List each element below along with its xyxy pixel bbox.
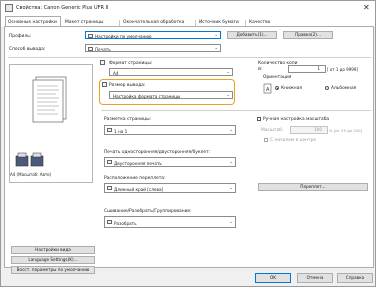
portrait-radio[interactable]	[275, 86, 279, 90]
title-bar: Свойства: Canon Generic Plus UFR II ✕	[1, 1, 375, 15]
output-size-label: Размер вывода:	[109, 83, 146, 88]
chevron-down-icon: ⌄	[226, 93, 230, 98]
page-size-label: Формат страницы:	[109, 61, 153, 66]
binding-label: Расположение переплета:	[104, 176, 166, 181]
chevron-down-icon: ⌄	[229, 220, 233, 225]
chevron-down-icon: ⌄	[229, 186, 233, 191]
page-size-icon	[100, 60, 105, 65]
scale-range: % [от 25 до 200]	[329, 128, 362, 133]
print-icon	[88, 46, 93, 51]
center-label: С началом в центре	[270, 138, 317, 143]
add-profile-button[interactable]: Добавить(1)...	[227, 31, 277, 39]
scale-input[interactable]: 100	[290, 126, 328, 134]
portrait-page-icon: A	[263, 83, 272, 94]
help-button[interactable]: Справка	[337, 273, 373, 283]
basic-settings-panel: Профиль: Настройки по умолчанию ⌄ Добави…	[4, 26, 374, 274]
page-layout-select[interactable]: 1 на 1 ⌄	[104, 125, 236, 135]
language-settings-button[interactable]: Language Settings(K)...	[11, 256, 95, 264]
binding-select[interactable]: Длинный край [слева] ⌄	[104, 183, 236, 193]
profile-icon	[88, 33, 93, 38]
divider	[8, 57, 371, 58]
manual-scaling-checkbox[interactable]	[257, 117, 261, 121]
ok-button[interactable]: OK	[255, 273, 291, 283]
page-size-select[interactable]: A4 ⌄	[109, 68, 233, 76]
close-icon[interactable]: ✕	[363, 3, 370, 12]
divider	[101, 110, 371, 111]
restore-defaults-button[interactable]: Восст. параметры по умолчанию	[11, 266, 95, 274]
duplex-icon	[107, 160, 112, 164]
manual-scaling-label: Ручная настройка масштаба	[263, 117, 330, 122]
preview-caption: A4 (Масштаб: Авто)	[10, 172, 52, 177]
orientation-label: Ориентация	[263, 75, 292, 80]
profile-select[interactable]: Настройки по умолчанию ⌄	[85, 31, 221, 39]
preview-box: A4 (Масштаб: Авто)	[9, 64, 93, 183]
chevron-down-icon: ⌄	[226, 70, 230, 75]
binding-icon	[107, 186, 112, 190]
output-method-label: Способ вывода:	[9, 47, 46, 52]
duplex-select[interactable]: Двусторонняя печать ⌄	[104, 157, 236, 167]
chevron-down-icon: ⌄	[229, 160, 233, 165]
portrait-label: Книжная	[281, 86, 302, 91]
printer-properties-window: Свойства: Canon Generic Plus UFR II ✕ Ос…	[0, 0, 376, 287]
printer-device-icon	[15, 152, 44, 167]
edit-profile-button[interactable]: Правка(2)...	[283, 31, 333, 39]
view-settings-button[interactable]: Настройки вида	[11, 246, 95, 254]
collate-icon	[107, 220, 112, 224]
printer-icon	[5, 4, 13, 12]
duplex-label: Печать односторонняя/двусторонняя/буклет…	[104, 150, 211, 155]
landscape-radio[interactable]	[325, 86, 329, 90]
output-size-icon	[102, 82, 107, 87]
page-preview-icon	[32, 76, 67, 123]
window-title: Свойства: Canon Generic Plus UFR II	[16, 5, 109, 11]
staple-label: Сшивание/Разобрать/Группирование:	[104, 209, 192, 214]
svg-text:A: A	[266, 87, 270, 93]
chevron-down-icon: ⌄	[214, 46, 218, 51]
landscape-label: Альбомная	[331, 86, 357, 91]
page-layout-label: Разметка страницы:	[104, 117, 152, 122]
profile-label: Профиль:	[9, 34, 32, 39]
copies-input[interactable]: 1	[288, 65, 326, 73]
copies-range: [ от 1 до 9999]	[327, 67, 358, 72]
page-layout-icon	[107, 128, 112, 132]
staple-select[interactable]: Разобрать ⌄	[104, 216, 236, 228]
chevron-down-icon: ⌄	[229, 128, 233, 133]
center-checkbox[interactable]	[264, 138, 268, 142]
binding-button[interactable]: Переплет...	[258, 183, 368, 191]
output-method-select[interactable]: Печать ⌄	[85, 44, 221, 52]
cancel-button[interactable]: Отмена	[297, 273, 333, 283]
chevron-down-icon: ⌄	[214, 33, 218, 38]
copies-label-end: й:	[258, 67, 263, 72]
scale-label: Масштаб:	[261, 128, 284, 133]
output-size-select[interactable]: Настройка формата страницы ⌄	[109, 91, 233, 99]
